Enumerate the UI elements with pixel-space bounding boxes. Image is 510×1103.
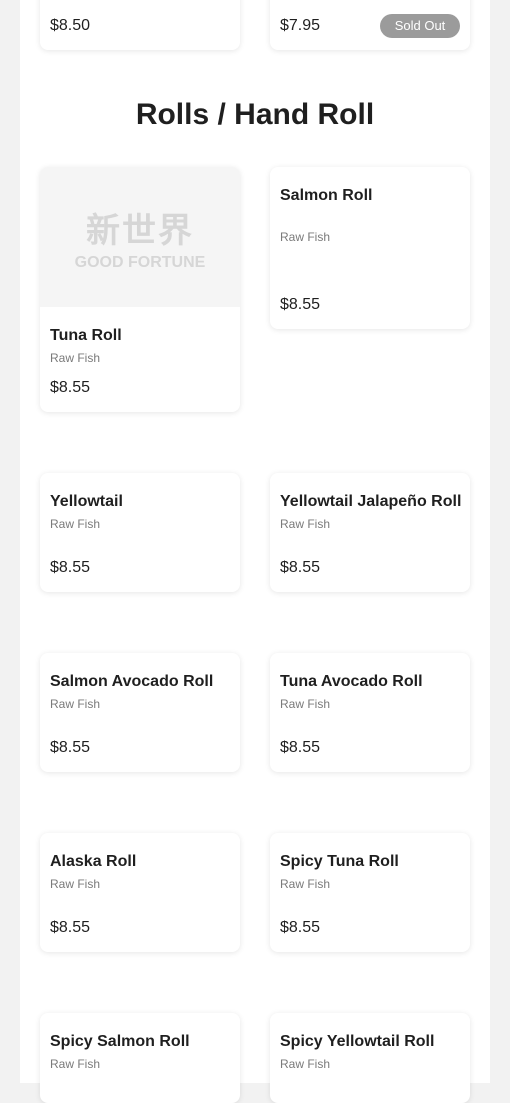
item-price: $8.55 [50,739,91,756]
menu-item-card[interactable]: Tuna Avocado Roll Raw Fish $8.55 [270,653,470,772]
item-name: Spicy Salmon Roll [50,1033,190,1050]
item-name: Yellowtail [50,493,123,510]
menu-item-card[interactable]: $7.95 Sold Out [270,0,470,50]
item-price: $8.55 [50,559,91,576]
item-name: Spicy Yellowtail Roll [280,1033,435,1050]
item-name: Yellowtail Jalapeño Roll [280,493,462,510]
item-name: Spicy Tuna Roll [280,853,399,870]
item-price: $7.95 [280,17,321,34]
item-price: $8.55 [50,379,91,396]
sold-out-badge: Sold Out [380,14,460,38]
item-name: Salmon Avocado Roll [50,673,214,690]
item-description: Raw Fish [50,877,101,891]
item-description: Raw Fish [50,517,101,531]
item-description: Raw Fish [280,877,331,891]
item-description: Raw Fish [50,1057,101,1071]
menu-item-card[interactable]: Yellowtail Jalapeño Roll Raw Fish $8.55 [270,473,470,592]
item-name: Alaska Roll [50,853,137,870]
menu-item-card[interactable]: $8.50 [40,0,240,50]
item-description: Raw Fish [280,230,331,244]
item-price: $8.55 [280,739,321,756]
menu-item-card[interactable]: Spicy Tuna Roll Raw Fish $8.55 [270,833,470,952]
menu-item-card[interactable]: Spicy Yellowtail Roll Raw Fish [270,1013,470,1103]
item-description: Raw Fish [50,697,101,711]
item-price: $8.55 [280,296,321,313]
item-price: $8.50 [50,17,91,34]
item-name: Tuna Avocado Roll [280,673,423,690]
item-image-placeholder: 新世界 GOOD FORTUNE [40,167,240,307]
menu-item-card[interactable]: Salmon Avocado Roll Raw Fish $8.55 [40,653,240,772]
logo-chinese-text: 新世界 [86,210,194,251]
section-title: Rolls / Hand Roll [135,98,375,131]
menu-item-card[interactable]: 新世界 GOOD FORTUNE Tuna Roll Raw Fish $8.5… [40,167,240,412]
item-description: Raw Fish [50,351,101,365]
menu-item-card[interactable]: Spicy Salmon Roll Raw Fish [40,1013,240,1103]
item-description: Raw Fish [280,697,331,711]
menu-item-card[interactable]: Salmon Roll Raw Fish $8.55 [270,167,470,329]
item-price: $8.55 [280,559,321,576]
item-description: Raw Fish [280,1057,331,1071]
item-price: $8.55 [50,919,91,936]
menu-item-card[interactable]: Yellowtail Raw Fish $8.55 [40,473,240,592]
item-price: $8.55 [280,919,321,936]
item-description: Raw Fish [280,517,331,531]
logo-english-text: GOOD FORTUNE [74,253,206,271]
item-name: Tuna Roll [50,327,122,344]
item-name: Salmon Roll [280,187,373,204]
menu-item-card[interactable]: Alaska Roll Raw Fish $8.55 [40,833,240,952]
